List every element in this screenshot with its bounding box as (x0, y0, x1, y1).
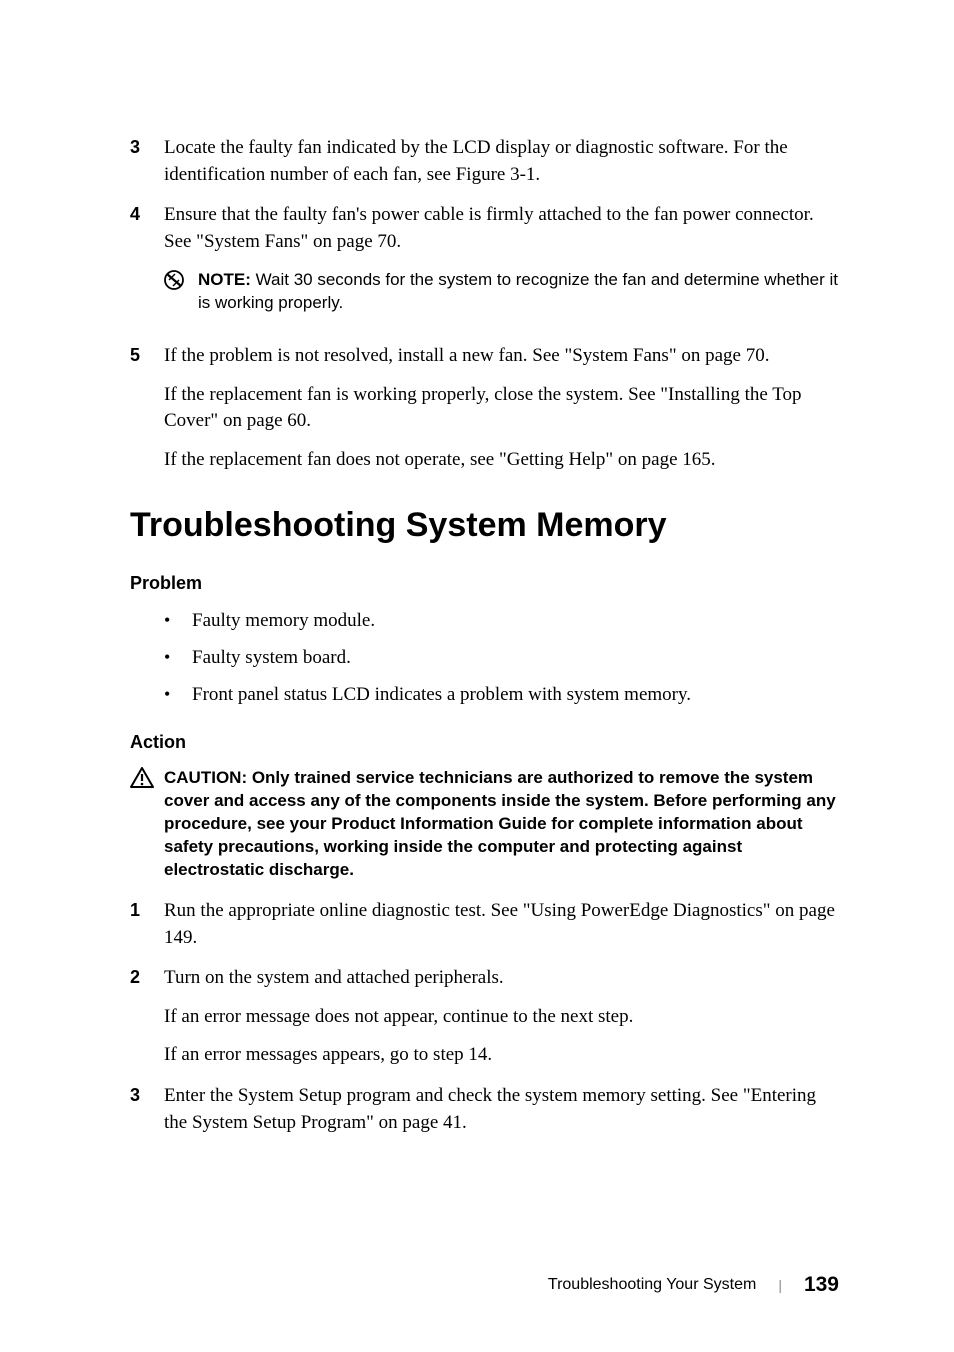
step-marker: 3 (130, 135, 164, 188)
bullet-text: Faulty system board. (192, 645, 839, 672)
caution-label: CAUTION: (164, 768, 252, 787)
note-text: NOTE: Wait 30 seconds for the system to … (198, 269, 839, 315)
step-5: 5 If the problem is not resolved, instal… (130, 343, 839, 473)
page-footer: Troubleshooting Your System | 139 (548, 1273, 839, 1297)
bullet-item: • Faulty system board. (164, 645, 839, 672)
caution-icon (130, 767, 156, 798)
bullet-marker: • (164, 682, 192, 709)
step-text: If the problem is not resolved, install … (164, 343, 839, 370)
step-text: Run the appropriate online diagnostic te… (164, 898, 839, 951)
note-icon (164, 270, 188, 299)
action-step-2: 2 Turn on the system and attached periph… (130, 965, 839, 1069)
caution-body: Only trained service technicians are aut… (164, 768, 836, 879)
caution-text: CAUTION: Only trained service technician… (164, 767, 839, 882)
bullet-marker: • (164, 608, 192, 635)
step-marker: 5 (130, 343, 164, 473)
action-step-3: 3 Enter the System Setup program and che… (130, 1083, 839, 1136)
bullet-text: Faulty memory module. (192, 608, 839, 635)
footer-separator: | (778, 1277, 782, 1293)
bullet-text: Front panel status LCD indicates a probl… (192, 682, 839, 709)
note-body: Wait 30 seconds for the system to recogn… (198, 270, 838, 312)
footer-page-number: 139 (804, 1273, 839, 1297)
problem-section: Problem • Faulty memory module. • Faulty… (130, 571, 839, 708)
step-subpara: If an error messages appears, go to step… (164, 1042, 839, 1069)
step-subpara: If the replacement fan is working proper… (164, 382, 839, 435)
step-content: If the problem is not resolved, install … (164, 343, 839, 473)
step-3: 3 Locate the faulty fan indicated by the… (130, 135, 839, 188)
section-heading: Troubleshooting System Memory (130, 502, 839, 550)
step-content: Turn on the system and attached peripher… (164, 965, 839, 1069)
step-text: Ensure that the faulty fan's power cable… (164, 202, 839, 255)
step-text: Locate the faulty fan indicated by the L… (164, 135, 839, 188)
note-label: NOTE: (198, 270, 251, 289)
footer-title: Troubleshooting Your System (548, 1276, 756, 1294)
action-step-1: 1 Run the appropriate online diagnostic … (130, 898, 839, 951)
step-marker: 3 (130, 1083, 164, 1136)
step-subpara: If the replacement fan does not operate,… (164, 447, 839, 474)
page-content: 3 Locate the faulty fan indicated by the… (130, 135, 839, 1136)
action-label: Action (130, 730, 839, 755)
step-text: Enter the System Setup program and check… (164, 1083, 839, 1136)
bullet-marker: • (164, 645, 192, 672)
step-marker: 2 (130, 965, 164, 1069)
action-section: Action CAUTION: Only trained service tec… (130, 730, 839, 1136)
note-block: NOTE: Wait 30 seconds for the system to … (164, 269, 839, 315)
step-text: Turn on the system and attached peripher… (164, 965, 839, 992)
step-marker: 1 (130, 898, 164, 951)
bullet-item: • Front panel status LCD indicates a pro… (164, 682, 839, 709)
caution-block: CAUTION: Only trained service technician… (130, 767, 839, 882)
step-4: 4 Ensure that the faulty fan's power cab… (130, 202, 839, 329)
problem-label: Problem (130, 571, 839, 596)
action-steps: 1 Run the appropriate online diagnostic … (130, 898, 839, 1136)
step-content: Ensure that the faulty fan's power cable… (164, 202, 839, 329)
step-marker: 4 (130, 202, 164, 329)
bullet-item: • Faulty memory module. (164, 608, 839, 635)
step-subpara: If an error message does not appear, con… (164, 1004, 839, 1031)
